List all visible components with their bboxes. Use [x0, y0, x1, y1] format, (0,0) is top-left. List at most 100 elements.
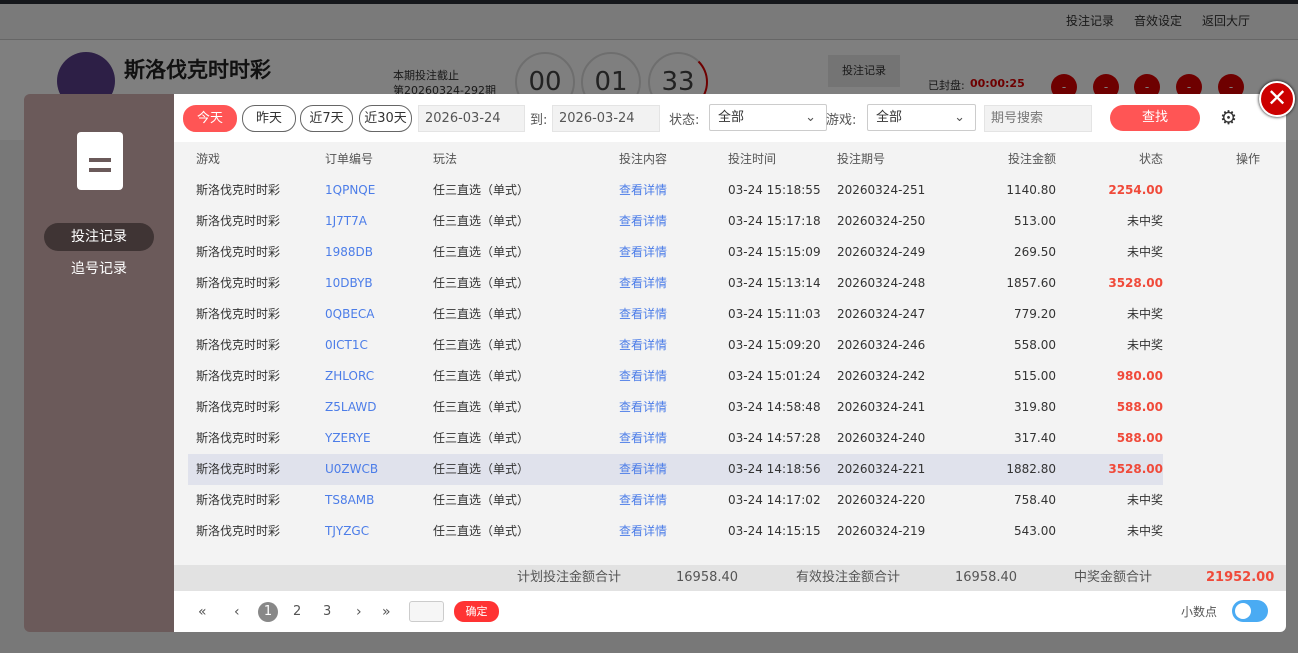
column-header: 订单编号: [325, 152, 374, 166]
amount-cell: 515.00: [1014, 369, 1056, 383]
period-cell: 20260324-221: [837, 462, 926, 476]
close-icon[interactable]: ✕: [1259, 81, 1295, 117]
table-row: 斯洛伐克时时彩 Z5LAWD 任三直选（单式） 查看详情 03-24 14:58:48 2…: [188, 392, 1163, 423]
view-details-link[interactable]: 查看详情: [619, 237, 667, 268]
status-cell: 2254.00: [1108, 183, 1163, 197]
order-id-link[interactable]: U0ZWCB: [325, 454, 378, 485]
view-details-link[interactable]: 查看详情: [619, 392, 667, 423]
order-id-link[interactable]: 1QPNQE: [325, 175, 375, 206]
amount-cell: 779.20: [1014, 307, 1056, 321]
date-from-input[interactable]: 2026-03-24: [418, 105, 525, 132]
view-details-link[interactable]: 查看详情: [619, 268, 667, 299]
amount-cell: 513.00: [1014, 214, 1056, 228]
bet-time-cell: 03-24 15:17:18: [728, 214, 821, 228]
status-select[interactable]: 全部 ⌄: [709, 104, 827, 131]
status-cell: 588.00: [1116, 400, 1163, 414]
bet-time-cell: 03-24 15:15:09: [728, 245, 821, 259]
records-table: 游戏 订单编号 玩法 投注内容 投注时间 投注期号 投注金额 状态 操作 斯洛伐克时时彩 1QPN…: [174, 142, 1286, 565]
status-cell: 未中奖: [1126, 493, 1163, 507]
period-cell: 20260324-220: [837, 493, 926, 507]
order-id-link[interactable]: TS8AMB: [325, 485, 374, 516]
prev-page-button[interactable]: ‹: [234, 604, 240, 620]
view-details-link[interactable]: 查看详情: [619, 330, 667, 361]
order-id-link[interactable]: TJYZGC: [325, 516, 369, 547]
order-id-link[interactable]: 1J7T7A: [325, 206, 367, 237]
play-type-cell: 任三直选（单式）: [433, 183, 530, 197]
amount-cell: 558.00: [1014, 338, 1056, 352]
game-cell: 斯洛伐克时时彩: [196, 338, 281, 352]
order-id-link[interactable]: 1988DB: [325, 237, 373, 268]
view-details-link[interactable]: 查看详情: [619, 423, 667, 454]
gear-icon[interactable]: ⚙: [1220, 107, 1237, 129]
game-cell: 斯洛伐克时时彩: [196, 400, 281, 414]
play-type-cell: 任三直选（单式）: [433, 462, 530, 476]
status-cell: 未中奖: [1126, 214, 1163, 228]
play-type-cell: 任三直选（单式）: [433, 245, 530, 259]
game-cell: 斯洛伐克时时彩: [196, 183, 281, 197]
chevron-down-icon: ⌄: [954, 110, 965, 125]
game-cell: 斯洛伐克时时彩: [196, 307, 281, 321]
page-jump-confirm[interactable]: 确定: [454, 601, 499, 622]
search-button[interactable]: 查找: [1110, 105, 1200, 131]
bet-time-cell: 03-24 14:18:56: [728, 462, 821, 476]
order-id-link[interactable]: ZHLORC: [325, 361, 374, 392]
order-id-link[interactable]: 10DBYB: [325, 268, 373, 299]
view-details-link[interactable]: 查看详情: [619, 361, 667, 392]
game-cell: 斯洛伐克时时彩: [196, 431, 281, 445]
column-header: 投注内容: [619, 152, 668, 166]
game-select[interactable]: 全部 ⌄: [867, 104, 976, 131]
summary-bar: 计划投注金额合计 16958.40 有效投注金额合计 16958.40 中奖金额…: [174, 565, 1286, 591]
column-header: 操作: [1235, 152, 1260, 166]
decimal-toggle[interactable]: [1232, 600, 1268, 622]
status-label: 状态:: [669, 113, 700, 128]
order-id-link[interactable]: 0QBECA: [325, 299, 374, 330]
game-cell: 斯洛伐克时时彩: [196, 369, 281, 383]
order-id-link[interactable]: YZERYE: [325, 423, 371, 454]
period-cell: 20260324-246: [837, 338, 926, 352]
table-row: 斯洛伐克时时彩 1988DB 任三直选（单式） 查看详情 03-24 15:15:09 2…: [188, 237, 1163, 268]
amount-cell: 317.40: [1014, 431, 1056, 445]
view-details-link[interactable]: 查看详情: [619, 454, 667, 485]
next-page-button[interactable]: ›: [356, 604, 362, 620]
period-cell: 20260324-242: [837, 369, 926, 383]
table-row: 斯洛伐克时时彩 0QBECA 任三直选（单式） 查看详情 03-24 15:11:03 2…: [188, 299, 1163, 330]
play-type-cell: 任三直选（单式）: [433, 276, 530, 290]
sidebar-item-bet-records[interactable]: 投注记录: [44, 223, 154, 251]
page-jump-input[interactable]: [409, 601, 444, 622]
status-value: 全部: [718, 110, 745, 125]
order-id-link[interactable]: Z5LAWD: [325, 392, 376, 423]
date-to-input[interactable]: 2026-03-24: [552, 105, 660, 132]
filter-yesterday[interactable]: 昨天: [242, 105, 296, 132]
table-row: 斯洛伐克时时彩 ZHLORC 任三直选（单式） 查看详情 03-24 15:01:24 2…: [188, 361, 1163, 392]
to-label: 到:: [530, 113, 548, 128]
order-id-link[interactable]: 0ICT1C: [325, 330, 368, 361]
game-value: 全部: [876, 110, 903, 125]
amount-cell: 1882.80: [1006, 462, 1056, 476]
filter-today[interactable]: 今天: [183, 105, 237, 132]
period-cell: 20260324-251: [837, 183, 926, 197]
filter-30days[interactable]: 近30天: [359, 105, 412, 132]
bet-time-cell: 03-24 14:15:15: [728, 524, 821, 538]
page-3[interactable]: 3: [323, 604, 331, 619]
filter-7days[interactable]: 近7天: [300, 105, 353, 132]
amount-cell: 269.50: [1014, 245, 1056, 259]
view-details-link[interactable]: 查看详情: [619, 175, 667, 206]
last-page-button[interactable]: »: [382, 604, 391, 620]
period-search-input[interactable]: 期号搜索: [984, 105, 1092, 132]
sidebar-item-chase-records[interactable]: 追号记录: [44, 255, 154, 283]
play-type-cell: 任三直选（单式）: [433, 338, 530, 352]
first-page-button[interactable]: «: [198, 604, 207, 620]
amount-cell: 758.40: [1014, 493, 1056, 507]
table-row: 斯洛伐克时时彩 TS8AMB 任三直选（单式） 查看详情 03-24 14:17:02 2…: [188, 485, 1163, 516]
page-1[interactable]: 1: [258, 602, 278, 622]
chevron-down-icon: ⌄: [805, 110, 816, 125]
view-details-link[interactable]: 查看详情: [619, 299, 667, 330]
view-details-link[interactable]: 查看详情: [619, 485, 667, 516]
game-cell: 斯洛伐克时时彩: [196, 524, 281, 538]
page-2[interactable]: 2: [293, 604, 301, 619]
status-cell: 3528.00: [1108, 276, 1163, 290]
view-details-link[interactable]: 查看详情: [619, 206, 667, 237]
column-header: 投注金额: [1007, 152, 1056, 166]
view-details-link[interactable]: 查看详情: [619, 516, 667, 547]
play-type-cell: 任三直选（单式）: [433, 400, 530, 414]
